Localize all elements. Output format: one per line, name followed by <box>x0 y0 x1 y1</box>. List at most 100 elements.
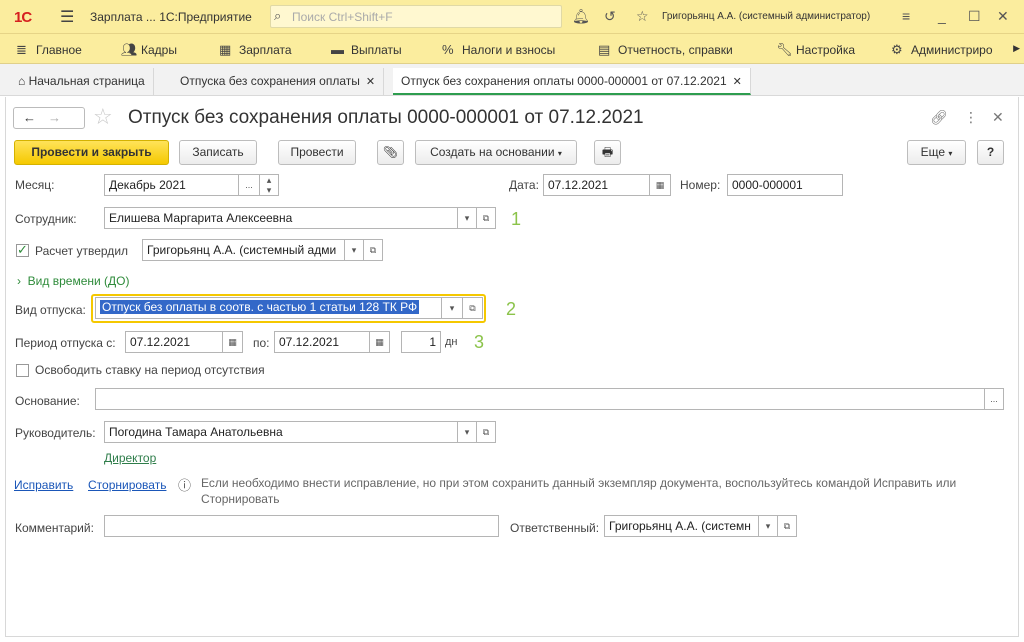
month-select-button[interactable]: ... <box>238 174 260 196</box>
month-stepper[interactable]: ▴ ▾ <box>259 174 279 196</box>
close-window-icon[interactable]: ✕ <box>997 8 1009 25</box>
section-payments[interactable]: ▬ Выплаты <box>331 42 402 57</box>
employee-field[interactable]: Елишева Маргарита Алексеевна <box>104 207 458 229</box>
leave-type-open-icon[interactable]: ⧉ <box>462 297 483 319</box>
date-field[interactable]: 07.12.2021 <box>543 174 650 196</box>
fix-link[interactable]: Исправить <box>14 478 73 492</box>
forward-arrow-icon[interactable]: → <box>48 110 61 125</box>
calendar-icon[interactable]: ▦ <box>369 331 390 353</box>
link-icon[interactable]: 🔗︎ <box>930 109 948 126</box>
approved-dropdown-arrow-icon[interactable]: ▾ <box>344 239 364 261</box>
title-bar: 1С ☰ Зарплата ... 1С:Предприятие ⌕ Поиск… <box>0 0 1024 34</box>
section-salary[interactable]: ▦ Зарплата <box>219 42 292 58</box>
chevron-right-icon: › <box>17 274 21 288</box>
approved-open-icon[interactable]: ⧉ <box>363 239 383 261</box>
history-icon[interactable]: ↺ <box>604 8 616 25</box>
basis-label: Основание: <box>15 394 80 408</box>
manager-field[interactable]: Погодина Тамара Анатольевна <box>104 421 458 443</box>
people-icon: 👥︎ <box>121 42 138 57</box>
responsible-label: Ответственный: <box>510 521 600 535</box>
tab-leave-list[interactable]: Отпуска без сохранения оплаты ✕ <box>172 68 385 95</box>
period-from-field[interactable]: 07.12.2021 <box>125 331 223 353</box>
calendar-icon[interactable]: ▦ <box>649 174 671 196</box>
days-unit: дн <box>445 336 458 348</box>
create-based-on-button[interactable]: Создать на основании ▾ <box>415 140 577 165</box>
responsible-open-icon[interactable]: ⧉ <box>777 515 797 537</box>
manager-label: Руководитель: <box>15 426 96 440</box>
employee-label: Сотрудник: <box>15 212 77 226</box>
post-and-close-button[interactable]: Провести и закрыть <box>14 140 169 165</box>
section-admin[interactable]: ⚙ Администриро <box>891 42 993 58</box>
leave-type-dropdown-arrow-icon[interactable]: ▾ <box>441 297 463 319</box>
number-field[interactable]: 0000-000001 <box>727 174 843 196</box>
leave-type-label: Вид отпуска: <box>15 303 86 317</box>
section-reports[interactable]: ▤ Отчетность, справки <box>598 42 733 58</box>
period-to-field[interactable]: 07.12.2021 <box>274 331 370 353</box>
section-taxes[interactable]: % Налоги и взносы <box>442 42 555 57</box>
attach-file-button[interactable]: 📎︎ <box>377 140 404 165</box>
dropdown-arrow-icon: ▾ <box>948 149 953 158</box>
storno-link[interactable]: Сторнировать <box>88 478 166 492</box>
print-button[interactable]: 🖶︎ <box>594 140 621 165</box>
basis-select-button[interactable]: ... <box>984 388 1004 410</box>
manager-position-link[interactable]: Директор <box>104 451 156 465</box>
leave-type-field[interactable]: Отпуск без оплаты в соотв. с частью 1 ст… <box>95 297 442 319</box>
tab-leave-document[interactable]: Отпуск без сохранения оплаты 0000-000001… <box>393 68 751 95</box>
responsible-dropdown-arrow-icon[interactable]: ▾ <box>758 515 778 537</box>
save-button[interactable]: Записать <box>179 140 257 165</box>
back-arrow-icon[interactable]: ← <box>23 110 36 125</box>
comment-field[interactable] <box>104 515 499 537</box>
post-button[interactable]: Провести <box>278 140 356 165</box>
section-settings[interactable]: 🔧︎ Настройка <box>776 42 855 58</box>
close-tab-icon[interactable]: ✕ <box>733 76 742 88</box>
time-type-toggle[interactable]: › Вид времени (ДО) <box>17 274 129 288</box>
wallet-icon: ▬ <box>331 42 344 57</box>
favorite-star-icon[interactable]: ☆ <box>93 104 113 130</box>
search-placeholder: Поиск Ctrl+Shift+F <box>292 10 393 24</box>
basis-field[interactable] <box>95 388 985 410</box>
date-label: Дата: <box>509 178 539 192</box>
period-to-label: по: <box>253 336 270 350</box>
close-tab-icon[interactable]: ✕ <box>366 76 375 88</box>
release-rate-label: Освободить ставку на период отсутствия <box>35 363 265 377</box>
percent-icon: % <box>442 42 454 57</box>
close-document-icon[interactable]: ✕ <box>992 109 1004 126</box>
minimize-icon[interactable]: _ <box>938 8 946 24</box>
employee-dropdown-arrow-icon[interactable]: ▾ <box>457 207 477 229</box>
wrench-icon: 🔧︎ <box>776 42 793 57</box>
approved-checkbox[interactable] <box>16 242 29 258</box>
help-button[interactable]: ? <box>977 140 1004 165</box>
number-label: Номер: <box>680 178 721 192</box>
current-user[interactable]: Григорьянц А.А. (системный администратор… <box>662 11 870 22</box>
favorite-star-icon[interactable]: ☆ <box>636 8 649 25</box>
main-menu-icon[interactable]: ☰ <box>60 7 74 27</box>
tab-home[interactable]: ⌂ Начальная страница <box>10 68 154 95</box>
responsible-field[interactable]: Григорьянц А.А. (системн <box>604 515 759 537</box>
approved-by-field[interactable]: Григорьянц А.А. (системный адми <box>142 239 345 261</box>
settings-menu-icon[interactable]: ≡ <box>902 8 910 24</box>
more-button[interactable]: Еще ▾ <box>907 140 966 165</box>
search-input[interactable]: ⌕ Поиск Ctrl+Shift+F <box>270 5 562 28</box>
section-hr[interactable]: 👥︎ Кадры <box>121 42 177 58</box>
section-main[interactable]: ≣ Главное <box>16 42 82 58</box>
month-field[interactable]: Декабрь 2021 <box>104 174 239 196</box>
report-icon: ▤ <box>598 42 611 57</box>
menu-icon: ≣ <box>16 42 27 57</box>
manager-dropdown-arrow-icon[interactable]: ▾ <box>457 421 477 443</box>
more-actions-icon[interactable]: ⋮ <box>964 109 978 126</box>
days-field[interactable]: 1 <box>401 331 441 353</box>
search-icon: ⌕ <box>274 8 282 23</box>
maximize-icon[interactable]: ☐ <box>968 8 981 25</box>
paperclip-icon: 📎︎ <box>382 145 399 159</box>
release-rate-checkbox[interactable] <box>16 364 29 377</box>
calendar-icon[interactable]: ▦ <box>222 331 243 353</box>
sections-panel: ≣ Главное 👥︎ Кадры ▦ Зарплата ▬ Выплаты % Нал… <box>0 34 1024 64</box>
scroll-right-icon[interactable]: ▶ <box>1013 43 1020 54</box>
info-text-line1: Если необходимо внести исправление, но п… <box>201 476 957 490</box>
employee-open-icon[interactable]: ⧉ <box>476 207 496 229</box>
bell-icon[interactable]: 🔔︎ <box>572 8 590 25</box>
manager-open-icon[interactable]: ⧉ <box>476 421 496 443</box>
month-label: Месяц: <box>15 178 55 192</box>
comment-label: Комментарий: <box>15 521 94 535</box>
dropdown-arrow-icon: ▾ <box>557 149 562 158</box>
